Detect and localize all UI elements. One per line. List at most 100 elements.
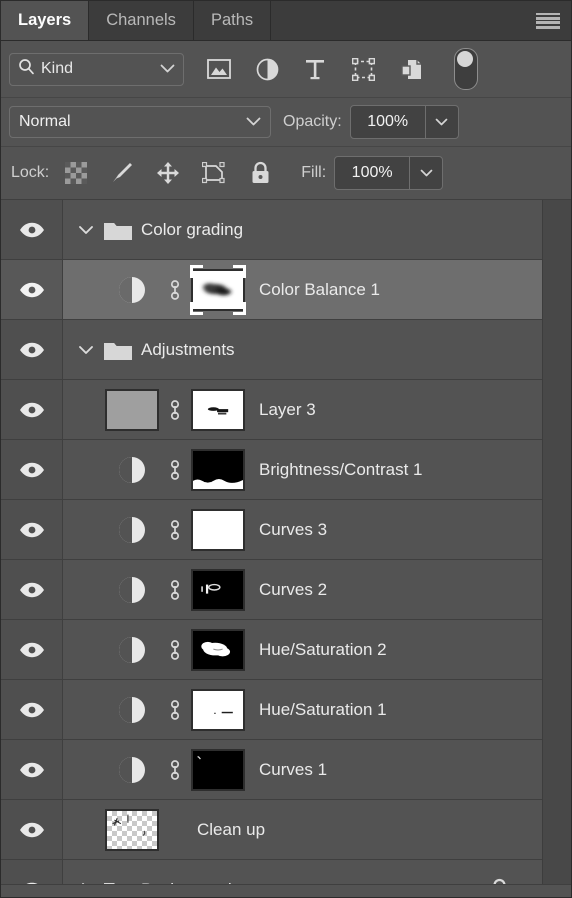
adjustment-layer-thumbnail[interactable] [101, 515, 163, 545]
layer-mask-link-icon[interactable] [163, 577, 187, 603]
layer-visibility-toggle[interactable] [1, 440, 63, 499]
layer-mask-link-icon[interactable] [163, 397, 187, 423]
lock-icon-group [63, 160, 273, 186]
layer-visibility-toggle[interactable] [1, 680, 63, 739]
layer-visibility-toggle[interactable] [1, 380, 63, 439]
layer-visibility-toggle[interactable] [1, 500, 63, 559]
layer-visibility-toggle[interactable] [1, 200, 63, 259]
adjustment-half-circle-icon [119, 696, 145, 723]
opacity-value[interactable]: 100% [351, 106, 425, 138]
adjustment-layer-thumbnail[interactable] [101, 755, 163, 785]
layer-name: Brightness/Contrast 1 [259, 459, 423, 479]
layer-mask-thumbnail[interactable] [187, 748, 249, 791]
adjustment-layer-thumbnail[interactable] [101, 275, 163, 305]
layer-visibility-toggle[interactable] [1, 620, 63, 679]
adjustment-layer-filter-icon[interactable] [254, 56, 280, 82]
layer-list-scroll-area[interactable]: Color grading Color Balance 1 Adjustment… [1, 200, 571, 884]
table-row[interactable]: Hue/Saturation 1 [1, 680, 542, 740]
layer-row-body: Curves 2 [63, 560, 542, 619]
table-row[interactable]: Curves 2 [1, 560, 542, 620]
layer-mask-thumbnail[interactable] [187, 388, 249, 431]
pixel-layer-filter-icon[interactable] [206, 56, 232, 82]
layer-visibility-toggle[interactable] [1, 800, 63, 859]
layer-visibility-toggle[interactable] [1, 740, 63, 799]
fill-field[interactable]: 100% [334, 156, 444, 190]
chevron-down-icon [160, 60, 175, 78]
layer-mask-thumbnail[interactable] [187, 688, 249, 731]
layer-row-body: Hue/Saturation 1 [63, 680, 542, 739]
panel-menu-button[interactable] [525, 1, 571, 40]
folder-icon [101, 218, 135, 242]
lock-image-pixels-icon[interactable] [109, 160, 135, 186]
lock-all-icon[interactable] [247, 160, 273, 186]
layer-list-scrollbar[interactable] [542, 200, 571, 884]
table-row[interactable]: Background [1, 860, 542, 884]
layer-name: Curves 2 [259, 579, 328, 599]
layer-mask-link-icon[interactable] [163, 757, 187, 783]
eye-icon [19, 402, 44, 417]
opacity-stepper-chevron-down-icon[interactable] [424, 106, 458, 138]
layer-mask-thumbnail[interactable] [187, 448, 249, 491]
layer-visibility-toggle[interactable] [1, 260, 63, 319]
chevron-down-icon [246, 113, 261, 131]
layer-mask-link-icon[interactable] [163, 697, 187, 723]
lock-row: Lock: Fill: 100% [1, 147, 571, 200]
group-expand-chevron-down-icon[interactable] [71, 345, 101, 355]
table-row[interactable]: Brightness/Contrast 1 [1, 440, 542, 500]
layer-mask-link-icon[interactable] [163, 517, 187, 543]
fill-value[interactable]: 100% [335, 157, 409, 189]
lock-transparent-pixels-icon[interactable] [63, 160, 89, 186]
layers-panel: Layers Channels Paths Kind Normal Opacit… [0, 0, 572, 898]
shape-layer-filter-icon[interactable] [350, 56, 376, 82]
smart-object-filter-icon[interactable] [398, 56, 424, 82]
fill-stepper-chevron-down-icon[interactable] [409, 157, 442, 189]
adjustment-layer-thumbnail[interactable] [101, 695, 163, 725]
table-row[interactable]: Color grading [1, 200, 542, 260]
table-row[interactable]: Color Balance 1 [1, 260, 542, 320]
adjustment-half-circle-icon [119, 516, 145, 543]
layer-mask-link-icon[interactable] [163, 277, 187, 303]
layer-mask-link-icon[interactable] [163, 637, 187, 663]
table-row[interactable]: Layer 3 [1, 380, 542, 440]
layer-mask-thumbnail[interactable] [187, 508, 249, 551]
adjustment-layer-thumbnail[interactable] [101, 575, 163, 605]
filter-kind-select[interactable]: Kind [9, 52, 184, 86]
group-expand-chevron-down-icon[interactable] [71, 225, 101, 235]
layer-visibility-toggle[interactable] [1, 560, 63, 619]
mask-selection-corner [233, 264, 246, 278]
tab-paths[interactable]: Paths [193, 1, 272, 40]
eye-icon [19, 282, 44, 297]
lock-artboard-nesting-icon[interactable] [201, 160, 227, 186]
opacity-field[interactable]: 100% [349, 105, 459, 139]
table-row[interactable]: Curves 3 [1, 500, 542, 560]
magnifier-icon [18, 58, 35, 80]
filter-toggle-switch[interactable] [454, 48, 478, 90]
layer-pixel-thumbnail[interactable] [101, 808, 163, 851]
layer-mask-thumbnail[interactable] [187, 568, 249, 611]
layer-visibility-toggle[interactable] [1, 320, 63, 379]
layer-mask-thumbnail-selected[interactable] [187, 264, 249, 316]
layer-name: Hue/Saturation 2 [259, 639, 387, 659]
lock-position-icon[interactable] [155, 160, 181, 186]
table-row[interactable]: Clean up [1, 800, 542, 860]
table-row[interactable]: Hue/Saturation 2 [1, 620, 542, 680]
layer-pixel-thumbnail[interactable] [101, 388, 163, 431]
layer-mask-thumbnail[interactable] [187, 628, 249, 671]
adjustment-layer-thumbnail[interactable] [101, 455, 163, 485]
layer-visibility-toggle[interactable] [1, 860, 63, 884]
tab-layers[interactable]: Layers [1, 1, 90, 40]
table-row[interactable]: Adjustments [1, 320, 542, 380]
adjustment-layer-thumbnail[interactable] [101, 635, 163, 665]
layer-row-body: Background [63, 860, 542, 884]
blend-mode-select[interactable]: Normal [9, 106, 271, 138]
table-row[interactable]: Curves 1 [1, 740, 542, 800]
layer-mask-link-icon[interactable] [163, 457, 187, 483]
filter-kind-label: Kind [41, 60, 74, 77]
mask-selection-corner [233, 301, 246, 315]
type-layer-filter-icon[interactable] [302, 56, 328, 82]
tab-channels[interactable]: Channels [89, 1, 194, 40]
group-expand-chevron-right-icon[interactable] [71, 882, 101, 884]
mask-thumbnail [191, 568, 245, 611]
eye-icon [19, 342, 44, 357]
opacity-label: Opacity: [283, 113, 342, 130]
